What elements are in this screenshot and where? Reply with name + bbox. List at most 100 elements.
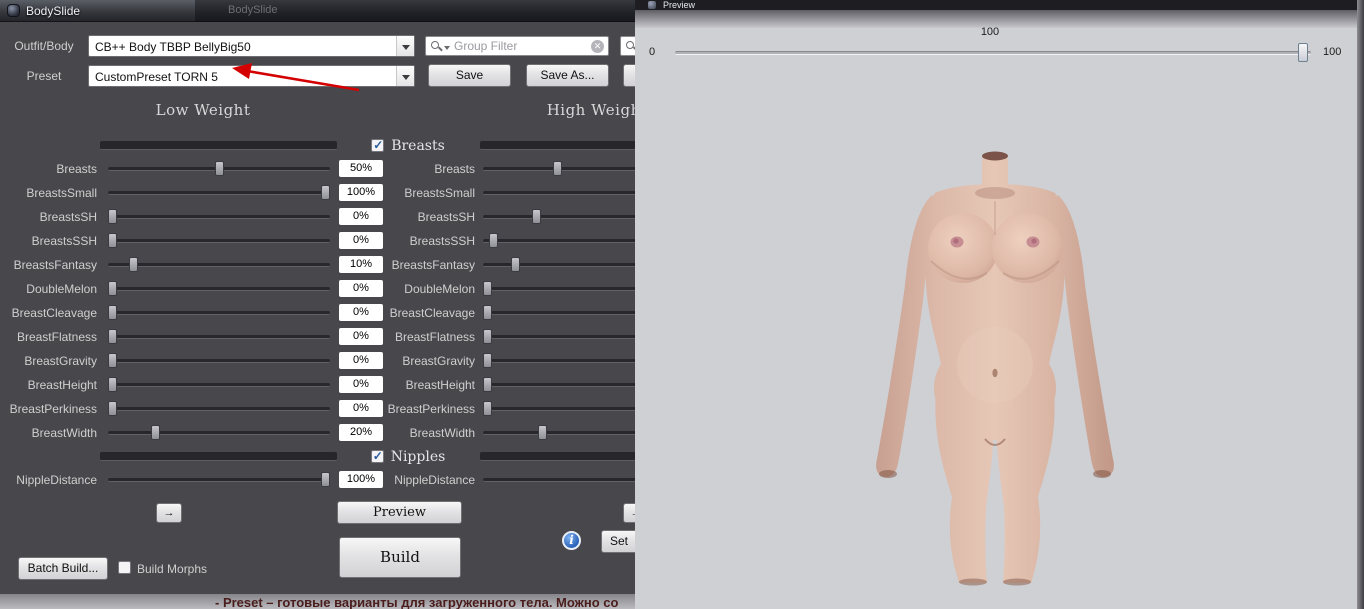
slider-thumb[interactable] (483, 305, 492, 320)
low-weight-slider[interactable] (108, 167, 330, 171)
low-weight-slider[interactable] (108, 478, 330, 482)
high-weight-slider[interactable] (483, 478, 635, 482)
dropdown-arrow-zone[interactable] (396, 36, 414, 56)
outfit-filter-box[interactable] (620, 36, 635, 56)
body-model-render[interactable] (835, 143, 1155, 603)
low-weight-slider[interactable] (108, 191, 330, 195)
slider-thumb[interactable] (108, 329, 117, 344)
slider-value-field[interactable]: 0% (339, 280, 383, 297)
slider-thumb[interactable] (321, 472, 330, 487)
search-options-chevron-icon[interactable] (444, 46, 450, 50)
slider-value-field[interactable]: 100% (339, 184, 383, 201)
low-weight-slider[interactable] (108, 215, 330, 219)
slider-thumb[interactable] (532, 209, 541, 224)
high-weight-slider[interactable] (483, 311, 635, 315)
dropdown-arrow-zone[interactable] (396, 66, 414, 86)
group-filter-box[interactable]: ✕ (425, 36, 609, 56)
low-weight-slider[interactable] (108, 311, 330, 315)
category-label: Nipples (391, 449, 446, 465)
copy-sliders-right-button[interactable]: → (623, 503, 635, 523)
slider-thumb[interactable] (215, 161, 224, 176)
build-morphs-checkbox[interactable] (118, 561, 131, 574)
weight-slider-track[interactable] (675, 51, 1311, 55)
slider-row: BreastFlatness0%BreastFlatness (0, 325, 635, 349)
low-weight-slider[interactable] (108, 359, 330, 363)
slider-thumb[interactable] (483, 377, 492, 392)
slider-value-field[interactable]: 50% (339, 160, 383, 177)
high-weight-slider[interactable] (483, 239, 635, 243)
build-button[interactable]: Build (339, 537, 461, 578)
slider-value-field[interactable]: 20% (339, 424, 383, 441)
category-checkbox[interactable]: ✓ (371, 450, 384, 463)
low-weight-slider[interactable] (108, 263, 330, 267)
high-weight-slider[interactable] (483, 287, 635, 291)
slider-row: DoubleMelon0%DoubleMelon (0, 277, 635, 301)
clear-filter-icon[interactable]: ✕ (591, 40, 604, 53)
slider-value-field[interactable]: 0% (339, 328, 383, 345)
preview-title-bar[interactable]: Preview (635, 0, 1364, 10)
slider-thumb[interactable] (483, 281, 492, 296)
low-weight-slider[interactable] (108, 431, 330, 435)
slider-thumb[interactable] (483, 353, 492, 368)
high-weight-slider[interactable] (483, 167, 635, 171)
slider-thumb[interactable] (108, 305, 117, 320)
slider-value-field[interactable]: 0% (339, 208, 383, 225)
weight-slider-thumb[interactable] (1298, 43, 1308, 62)
high-weight-slider[interactable] (483, 215, 635, 219)
slider-value-field[interactable]: 0% (339, 352, 383, 369)
low-weight-slider[interactable] (108, 383, 330, 387)
save-as-button[interactable]: Save As... (526, 64, 609, 87)
low-weight-slider[interactable] (108, 287, 330, 291)
slider-thumb[interactable] (553, 161, 562, 176)
high-weight-slider[interactable] (483, 359, 635, 363)
slider-thumb[interactable] (108, 281, 117, 296)
slider-thumb[interactable] (108, 209, 117, 224)
slider-label-high: NippleDistance (385, 468, 475, 492)
slider-thumb[interactable] (108, 233, 117, 248)
slider-thumb[interactable] (151, 425, 160, 440)
weight-min-label: 0 (649, 46, 655, 58)
slider-value-field[interactable]: 100% (339, 471, 383, 488)
slider-thumb[interactable] (108, 353, 117, 368)
slider-label-high: BreastHeight (385, 373, 475, 397)
slider-label-low: BreastsSSH (0, 229, 97, 253)
high-weight-slider[interactable] (483, 335, 635, 339)
batch-build-button[interactable]: Batch Build... (18, 557, 108, 580)
slider-label-high: Breasts (385, 157, 475, 181)
low-weight-slider[interactable] (108, 407, 330, 411)
slider-thumb[interactable] (538, 425, 547, 440)
slider-value-field[interactable]: 0% (339, 400, 383, 417)
outfit-body-dropdown[interactable]: CB++ Body TBBP BellyBig50 (88, 35, 415, 57)
info-icon[interactable]: i (562, 531, 581, 550)
save-button[interactable]: Save (428, 64, 511, 87)
high-weight-slider[interactable] (483, 383, 635, 387)
slider-thumb[interactable] (108, 377, 117, 392)
check-icon: ✓ (373, 449, 383, 463)
slider-value-field[interactable]: 10% (339, 256, 383, 273)
slider-thumb[interactable] (321, 185, 330, 200)
slider-value-field[interactable]: 0% (339, 376, 383, 393)
slider-label-high: BreastWidth (385, 421, 475, 445)
group-filter-input[interactable] (454, 38, 584, 54)
copy-sliders-left-button[interactable]: → (156, 503, 182, 523)
partial-button[interactable] (623, 64, 635, 87)
settings-button[interactable]: Set (601, 530, 635, 553)
category-checkbox[interactable]: ✓ (371, 139, 384, 152)
low-weight-slider[interactable] (108, 239, 330, 243)
high-weight-slider[interactable] (483, 407, 635, 411)
low-weight-slider[interactable] (108, 335, 330, 339)
high-weight-slider[interactable] (483, 191, 635, 195)
preview-button[interactable]: Preview (337, 501, 462, 524)
slider-thumb[interactable] (511, 257, 520, 272)
title-bar[interactable]: BodySlide BodySlide (0, 0, 635, 22)
slider-thumb[interactable] (483, 329, 492, 344)
slider-value-field[interactable]: 0% (339, 304, 383, 321)
high-weight-slider[interactable] (483, 263, 635, 267)
slider-thumb[interactable] (108, 401, 117, 416)
slider-thumb[interactable] (489, 233, 498, 248)
slider-thumb[interactable] (129, 257, 138, 272)
app-icon (648, 1, 656, 9)
slider-value-field[interactable]: 0% (339, 232, 383, 249)
slider-thumb[interactable] (483, 401, 492, 416)
high-weight-slider[interactable] (483, 431, 635, 435)
